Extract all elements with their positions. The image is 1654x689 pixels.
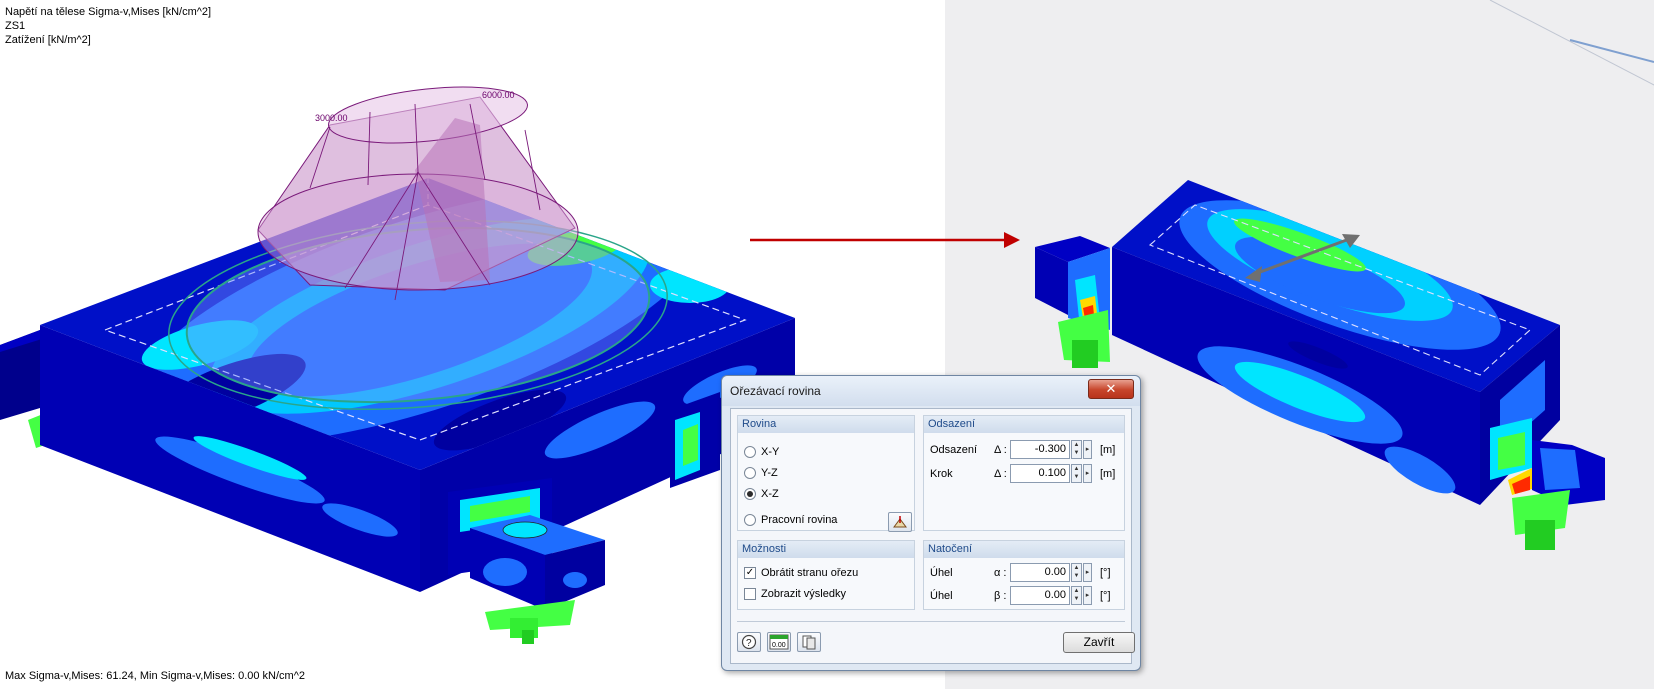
numeric-values-button[interactable]: 0.00 (767, 632, 791, 652)
step-arrow-button[interactable]: ▸ (1083, 464, 1092, 483)
radio-y-z-indicator[interactable] (744, 467, 756, 479)
angle-alpha-label: Úhel (930, 567, 953, 579)
dialog-title: Ořezávací rovina (730, 384, 821, 398)
svg-text:?: ? (746, 638, 752, 649)
offset-arrow-button[interactable]: ▸ (1083, 440, 1092, 459)
separator (737, 621, 1125, 622)
show-results-label: Zobrazit výsledky (761, 588, 846, 600)
group-moznosti-header: Možnosti (738, 541, 914, 558)
group-natoceni-header: Natočení (924, 541, 1124, 558)
step-spinner[interactable]: ▲ ▼ (1071, 464, 1082, 483)
copy-icon (802, 635, 816, 650)
offset-label: Odsazení (930, 444, 978, 456)
help-button[interactable]: ? (737, 632, 761, 652)
radio-work-plane[interactable]: Pracovní rovina (744, 514, 837, 526)
angle-beta-arrow-button[interactable]: ▸ (1083, 586, 1092, 605)
angle-alpha-input[interactable]: 0.00 (1010, 563, 1070, 582)
group-rovina-header: Rovina (738, 416, 914, 433)
angle-beta-row: Úhel β : 0.00 ▲ ▼ ▸ [°] (928, 586, 1120, 606)
offset-spinner[interactable]: ▲ ▼ (1071, 440, 1082, 459)
dialog-titlebar[interactable]: Ořezávací rovina ✕ (722, 376, 1140, 406)
load-units: Zatížení [kN/m^2] (5, 34, 91, 46)
radio-work-plane-indicator[interactable] (744, 514, 756, 526)
radio-x-z-label: X-Z (761, 488, 779, 500)
pick-plane-button[interactable] (888, 512, 912, 532)
step-row: Krok Δ : 0.100 ▲ ▼ ▸ [m] (928, 464, 1120, 484)
radio-x-z[interactable]: X-Z (744, 488, 779, 500)
group-moznosti: Možnosti ✓ Obrátit stranu ořezu Zobrazit… (737, 540, 915, 610)
radio-x-z-indicator[interactable] (744, 488, 756, 500)
radio-y-z[interactable]: Y-Z (744, 467, 778, 479)
step-unit: [m] (1100, 468, 1116, 480)
angle-beta-spinner[interactable]: ▲ ▼ (1071, 586, 1082, 605)
load-case: ZS1 (5, 20, 26, 32)
group-rovina: Rovina X-Y Y-Z X-Z Pracovní rovina (737, 415, 915, 532)
radio-x-y-indicator[interactable] (744, 446, 756, 458)
dialog-body: Rovina X-Y Y-Z X-Z Pracovní rovina Odsaz… (730, 408, 1135, 664)
offset-input[interactable]: -0.300 (1010, 440, 1070, 459)
load-diagram: 3000.00 6000.00 (257, 86, 579, 301)
angle-beta-input[interactable]: 0.00 (1010, 586, 1070, 605)
close-button[interactable]: Zavřít (1063, 632, 1135, 653)
numeric-values-icon: 0.00 (769, 634, 789, 650)
angle-beta-unit: [°] (1100, 590, 1111, 602)
show-results-checkbox[interactable]: Zobrazit výsledky (744, 588, 846, 600)
copy-settings-button[interactable] (797, 632, 821, 652)
load-label-3000: 3000.00 (315, 113, 348, 123)
alpha-symbol: α : (994, 567, 1007, 579)
radio-work-plane-label: Pracovní rovina (761, 514, 838, 526)
offset-row: Odsazení Δ : -0.300 ▲ ▼ ▸ [m] (928, 440, 1120, 460)
step-label: Krok (930, 468, 953, 480)
step-delta-symbol: Δ : (994, 468, 1007, 480)
group-natoceni: Natočení Úhel α : 0.00 ▲ ▼ ▸ [°] Úhel β :… (923, 540, 1125, 610)
group-odsazeni: Odsazení Odsazení Δ : -0.300 ▲ ▼ ▸ [m] Kr… (923, 415, 1125, 531)
offset-delta-symbol: Δ : (994, 444, 1007, 456)
load-label-6000: 6000.00 (482, 90, 515, 100)
clipping-plane-dialog: Ořezávací rovina ✕ Rovina X-Y Y-Z X-Z Pr… (721, 375, 1141, 671)
angle-beta-label: Úhel (930, 590, 953, 602)
angle-alpha-arrow-button[interactable]: ▸ (1083, 563, 1092, 582)
angle-alpha-spinner[interactable]: ▲ ▼ (1071, 563, 1082, 582)
close-window-button[interactable]: ✕ (1088, 379, 1134, 399)
group-odsazeni-header: Odsazení (924, 416, 1124, 433)
zero-label: 0.00 (772, 642, 786, 649)
radio-y-z-label: Y-Z (761, 467, 778, 479)
pick-plane-icon (893, 516, 907, 528)
radio-x-y-label: X-Y (761, 446, 780, 458)
beta-symbol: β : (994, 590, 1007, 602)
reverse-cut-check-icon[interactable]: ✓ (744, 567, 756, 579)
angle-alpha-unit: [°] (1100, 567, 1111, 579)
reverse-cut-label: Obrátit stranu ořezu (761, 567, 859, 579)
stress-summary: Max Sigma-v,Mises: 61.24, Min Sigma-v,Mi… (5, 670, 306, 682)
help-icon: ? (741, 634, 757, 650)
reverse-cut-checkbox[interactable]: ✓ Obrátit stranu ořezu (744, 567, 858, 579)
radio-x-y[interactable]: X-Y (744, 446, 779, 458)
result-title: Napětí na tělese Sigma-v,Mises [kN/cm^2] (5, 6, 212, 18)
step-input[interactable]: 0.100 (1010, 464, 1070, 483)
angle-alpha-row: Úhel α : 0.00 ▲ ▼ ▸ [°] (928, 563, 1120, 583)
offset-unit: [m] (1100, 444, 1116, 456)
show-results-check-icon[interactable] (744, 588, 756, 600)
left-model: 3000.00 6000.00 (0, 86, 795, 644)
